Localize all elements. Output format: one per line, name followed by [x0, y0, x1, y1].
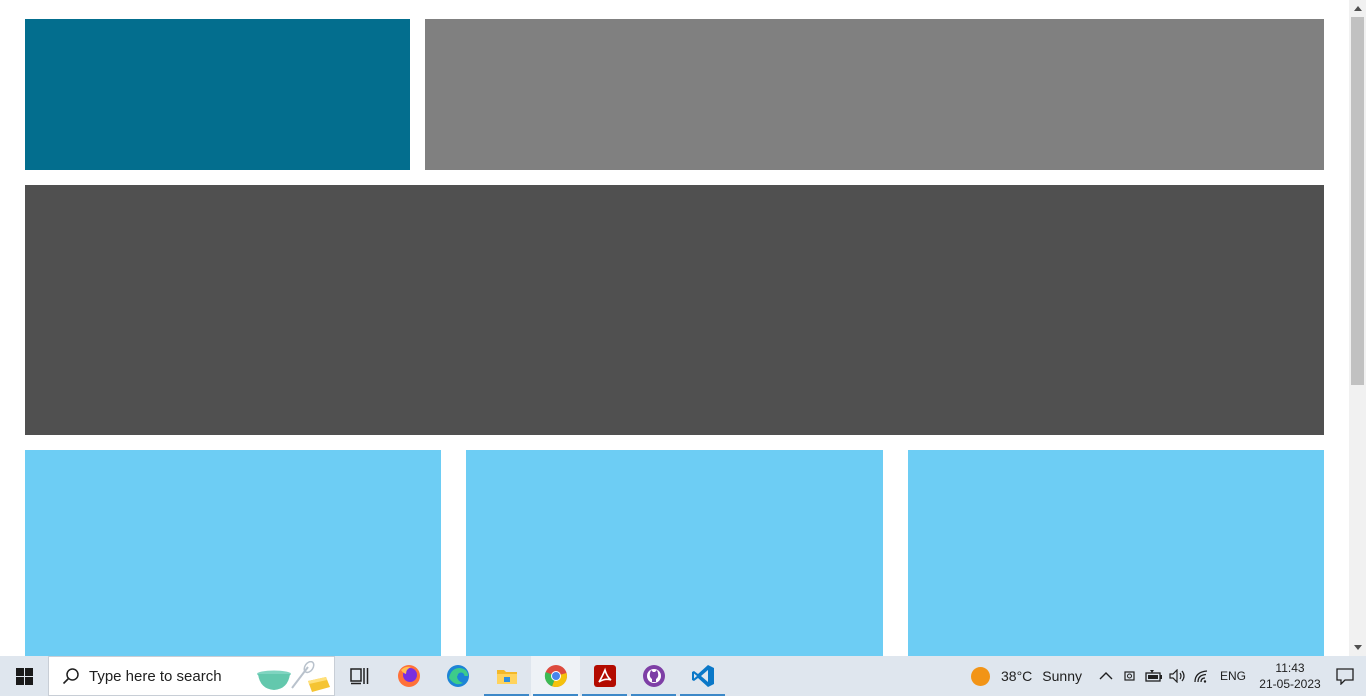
task-view-button[interactable] — [335, 656, 384, 696]
gray-banner-block — [425, 19, 1324, 170]
windows-logo-icon — [15, 667, 33, 685]
search-placeholder: Type here to search — [89, 667, 222, 685]
start-button[interactable] — [0, 656, 48, 696]
acrobat-icon — [593, 665, 616, 687]
show-hidden-icons-button[interactable] — [1094, 656, 1118, 696]
clock[interactable]: 11:43 21-05-2023 — [1256, 656, 1324, 696]
search-icon — [61, 666, 81, 686]
acrobat-taskbar-button[interactable] — [580, 656, 629, 696]
camera-icon — [1124, 671, 1135, 681]
vscode-taskbar-button[interactable] — [678, 656, 727, 696]
light-blue-card-2 — [466, 450, 883, 656]
battery-button[interactable] — [1142, 656, 1166, 696]
speaker-icon — [1169, 669, 1185, 683]
chevron-up-icon — [1099, 672, 1113, 680]
weather-widget[interactable]: 38°C Sunny — [971, 656, 1094, 696]
vertical-scrollbar[interactable] — [1349, 0, 1366, 656]
wifi-icon — [1194, 670, 1208, 683]
vscode-icon — [691, 665, 714, 687]
edge-icon — [446, 665, 469, 687]
taskbar-search-box[interactable]: Type here to search — [48, 656, 335, 696]
teal-banner-block — [25, 19, 410, 170]
scrollbar-thumb[interactable] — [1351, 17, 1364, 385]
firefox-taskbar-button[interactable] — [384, 656, 433, 696]
weather-temperature: 38°C — [1001, 668, 1033, 684]
network-button[interactable] — [1190, 656, 1214, 696]
notification-icon — [1336, 667, 1354, 685]
clock-time: 11:43 — [1275, 661, 1305, 675]
web-page — [0, 0, 1349, 656]
input-language-indicator[interactable]: ENG — [1220, 669, 1246, 683]
firefox-icon — [397, 665, 420, 687]
sun-icon — [971, 666, 990, 686]
scroll-up-arrow[interactable] — [1349, 0, 1366, 17]
chrome-taskbar-button[interactable] — [531, 656, 580, 696]
github-desktop-taskbar-button[interactable] — [629, 656, 678, 696]
notification-center-button[interactable] — [1324, 656, 1366, 696]
file-explorer-taskbar-button[interactable] — [482, 656, 531, 696]
system-tray: ENG 11:43 21-05-2023 — [1094, 656, 1366, 696]
chevron-down-icon — [1353, 645, 1362, 650]
battery-icon — [1145, 670, 1162, 682]
chrome-icon — [544, 665, 567, 688]
windows-taskbar: Type here to search 38°C Sunny ENG 11:43… — [0, 656, 1366, 696]
github-desktop-icon — [642, 665, 665, 687]
light-blue-card-3 — [908, 450, 1324, 656]
clock-date: 21-05-2023 — [1259, 677, 1321, 691]
baking-illustration-icon — [257, 661, 330, 692]
volume-button[interactable] — [1166, 656, 1190, 696]
chevron-up-icon — [1353, 6, 1362, 11]
light-blue-card-1 — [25, 450, 441, 656]
task-view-icon — [349, 668, 368, 685]
scroll-down-arrow[interactable] — [1349, 639, 1366, 656]
meet-now-button[interactable] — [1118, 656, 1142, 696]
dark-gray-hero-block — [25, 185, 1324, 435]
weather-condition: Sunny — [1042, 668, 1082, 684]
file-explorer-icon — [496, 670, 517, 684]
edge-taskbar-button[interactable] — [433, 656, 482, 696]
